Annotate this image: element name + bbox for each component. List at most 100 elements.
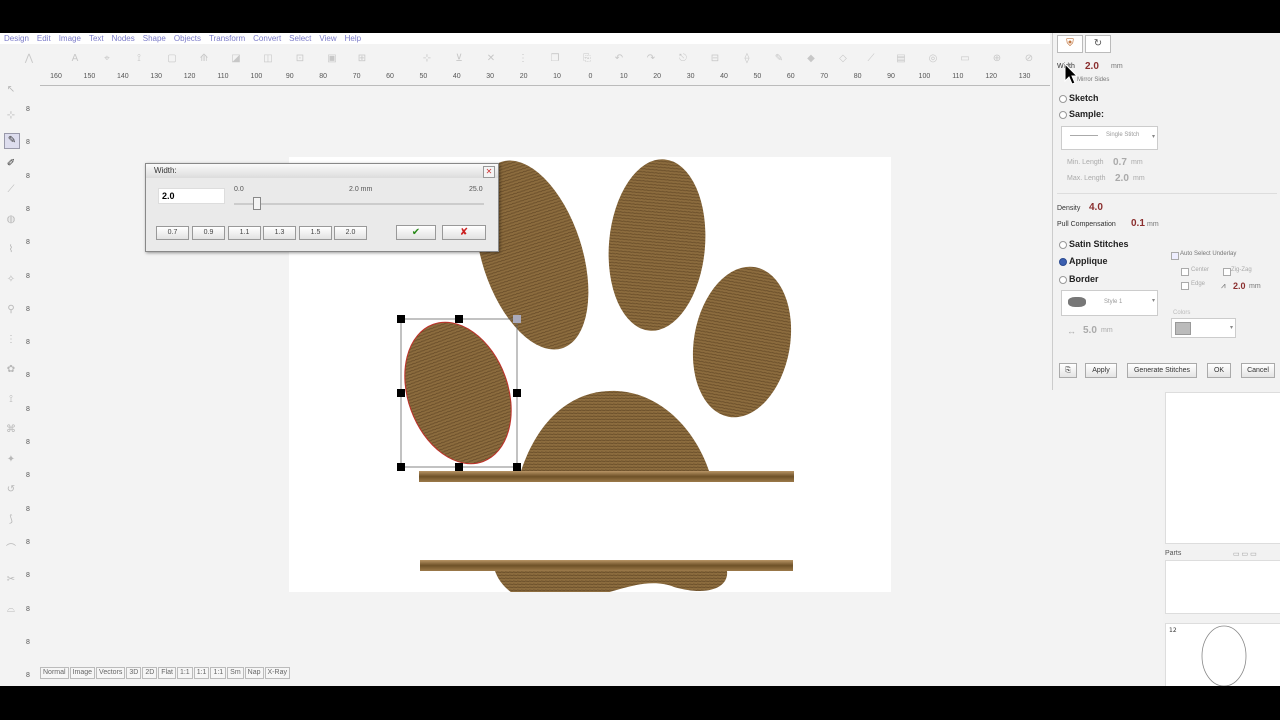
border-width-value[interactable]: 5.0 [1083, 325, 1097, 336]
x-icon[interactable]: ✘ [442, 225, 486, 240]
tool-icon[interactable]: ⊡ [293, 52, 307, 66]
tool-icon[interactable]: ✧ [4, 273, 18, 287]
tool-icon[interactable]: ⟠ [740, 52, 754, 66]
tab-image[interactable]: Image [69, 667, 96, 679]
node-icon[interactable]: ⊹ [4, 109, 18, 123]
tool-icon[interactable]: ✂ [4, 573, 18, 587]
menu-shape[interactable]: Shape [143, 33, 166, 44]
center-checkbox[interactable] [1181, 268, 1189, 276]
mirror-sides-label[interactable]: Mirror Sides [1077, 77, 1109, 83]
redo-icon[interactable]: ↷ [644, 52, 658, 66]
tool-icon[interactable]: ⟆ [4, 513, 18, 527]
tab-flat[interactable]: Flat [158, 667, 176, 679]
stitch-tool-icon[interactable]: ✐ [4, 157, 18, 171]
pen-icon[interactable]: ✎ [772, 52, 786, 66]
color-dropdown[interactable]: ▾ [1171, 318, 1236, 338]
tool-icon[interactable]: ✦ [4, 453, 18, 467]
tool-icon[interactable]: ⌓ [4, 603, 18, 617]
tool-icon[interactable]: ⟟ [132, 52, 146, 66]
heel-pad-bottom[interactable] [495, 571, 728, 606]
tool-icon[interactable]: ▣ [325, 52, 339, 66]
menu-text[interactable]: Text [89, 33, 104, 44]
split-bar-bottom[interactable] [420, 560, 793, 571]
menu-select[interactable]: Select [289, 33, 311, 44]
tool-icon[interactable]: ⌇ [4, 243, 18, 257]
tool-icon[interactable]: ↺ [4, 483, 18, 497]
tab-2d[interactable]: 2D [142, 667, 158, 679]
tool-icon[interactable]: ⌒ [4, 543, 18, 557]
pull-comp-value[interactable]: 0.1 [1131, 218, 1145, 229]
tool-icon[interactable]: ▭ [958, 52, 972, 66]
menu-help[interactable]: Help [345, 33, 361, 44]
tab-vectors[interactable]: Vectors [96, 667, 126, 679]
zoom-icon[interactable]: ⊕ [990, 52, 1004, 66]
generate-stitches-button[interactable]: Generate Stitches [1127, 363, 1197, 378]
tab-normal[interactable]: Normal [40, 667, 69, 679]
panel-controls-icon[interactable]: ▭ ▭ ▭ [1233, 550, 1257, 558]
close-icon[interactable]: ✕ [483, 166, 495, 178]
tool-icon[interactable]: ⋀ [22, 52, 36, 66]
min-length-value[interactable]: 0.7 [1113, 157, 1127, 168]
zigzag-checkbox[interactable] [1223, 268, 1231, 276]
tool-icon[interactable]: ⊘ [1022, 52, 1036, 66]
text-tool-icon[interactable]: A [68, 52, 82, 66]
auto-underlay-checkbox[interactable] [1171, 252, 1179, 260]
satin-radio[interactable] [1059, 241, 1067, 249]
checkmark-icon[interactable]: ✔ [396, 225, 436, 240]
copy-icon[interactable]: ❐ [548, 52, 562, 66]
width-tool-icon[interactable]: ✎ [4, 133, 20, 149]
pointer-icon[interactable]: ↖ [4, 83, 18, 97]
applique-radio[interactable] [1059, 258, 1067, 266]
tool-icon[interactable]: ▢ [165, 52, 179, 66]
toe-pad-3[interactable] [602, 157, 713, 335]
delete-icon[interactable]: ✕ [484, 52, 498, 66]
border-radio[interactable] [1059, 276, 1067, 284]
menu-nodes[interactable]: Nodes [112, 33, 135, 44]
tool-icon[interactable]: ⌘ [4, 423, 18, 437]
preset-1-5-button[interactable]: 1.5 [299, 226, 332, 240]
density-value[interactable]: 4.0 [1089, 202, 1103, 213]
zigzag-width-value[interactable]: 2.0 [1233, 281, 1246, 291]
tool-icon[interactable]: ⎋ [676, 52, 690, 66]
tool-icon[interactable]: ⟋ [864, 52, 878, 66]
tab-xray[interactable]: X-Ray [264, 667, 290, 679]
width-slider-track[interactable] [234, 203, 484, 205]
ok-button[interactable]: OK [1207, 363, 1231, 378]
tab-sm[interactable]: Sm [227, 667, 244, 679]
lock-icon[interactable]: ⎘ [1059, 363, 1077, 378]
tool-icon[interactable]: ⟟ [4, 393, 18, 407]
preset-1-3-button[interactable]: 1.3 [263, 226, 296, 240]
shield-icon[interactable]: ⛨ [1057, 35, 1083, 53]
heel-pad-top[interactable] [521, 390, 709, 471]
tab-zoom-a[interactable]: 1:1 [176, 667, 193, 679]
tab-zoom-c[interactable]: 1:1 [210, 667, 227, 679]
tool-icon[interactable]: ⊞ [355, 52, 369, 66]
tool-icon[interactable]: ◪ [229, 52, 243, 66]
menu-design[interactable]: Design [4, 33, 29, 44]
tool-icon[interactable]: ⊟ [708, 52, 722, 66]
sketch-radio[interactable] [1059, 95, 1067, 103]
apply-button[interactable]: Apply [1085, 363, 1117, 378]
width-value[interactable]: 2.0 [1085, 61, 1099, 72]
border-style-dropdown[interactable]: Style 1 ▾ [1061, 290, 1158, 316]
tool-icon[interactable]: ⋮ [4, 333, 18, 347]
sample-radio[interactable] [1059, 111, 1067, 119]
tab-nap[interactable]: Nap [244, 667, 264, 679]
width-value-input[interactable]: 2.0 [158, 188, 225, 204]
refresh-icon[interactable]: ↻ [1085, 35, 1111, 53]
menu-edit[interactable]: Edit [37, 33, 51, 44]
split-bar-top[interactable] [419, 471, 794, 482]
tool-icon[interactable]: ◆ [804, 52, 818, 66]
tool-icon[interactable]: ⌖ [100, 52, 114, 66]
toe-pad-1-selected[interactable] [386, 307, 530, 478]
menu-image[interactable]: Image [59, 33, 81, 44]
tool-icon[interactable]: ◫ [261, 52, 275, 66]
tab-zoom-b[interactable]: 1:1 [193, 667, 210, 679]
menu-convert[interactable]: Convert [253, 33, 281, 44]
sample-stitch-dropdown[interactable]: Single Stitch ▾ [1061, 126, 1158, 150]
tab-3d[interactable]: 3D [126, 667, 142, 679]
tool-icon[interactable]: ⊻ [452, 52, 466, 66]
tool-icon[interactable]: ▤ [894, 52, 908, 66]
tool-icon[interactable]: ◎ [926, 52, 940, 66]
menu-objects[interactable]: Objects [174, 33, 201, 44]
